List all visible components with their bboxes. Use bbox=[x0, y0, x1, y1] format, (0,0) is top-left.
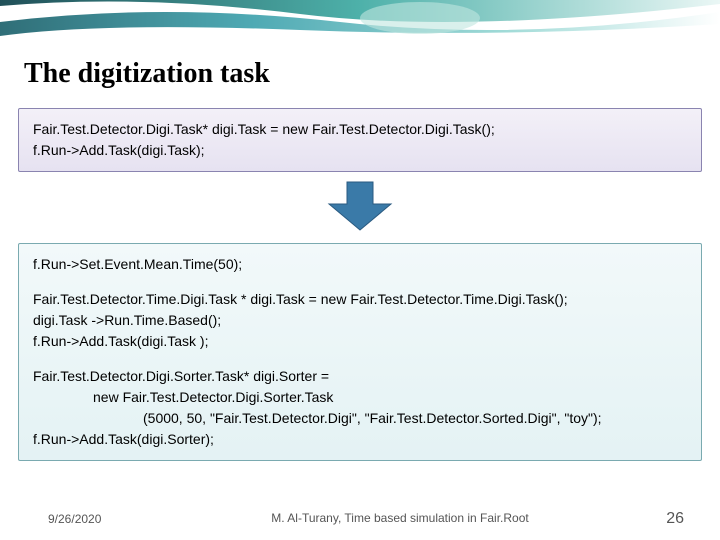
wave-graphic bbox=[0, 0, 720, 48]
footer-page-number: 26 bbox=[640, 510, 720, 528]
code-line: new Fair.Test.Detector.Digi.Sorter.Task bbox=[33, 387, 687, 408]
footer-author-title: M. Al-Turany, Time based simulation in F… bbox=[160, 511, 640, 527]
code-line: f.Run->Add.Task(digi.Task); bbox=[33, 140, 687, 161]
code-block-before: Fair.Test.Detector.Digi.Task* digi.Task … bbox=[18, 108, 702, 172]
page-title: The digitization task bbox=[0, 48, 720, 108]
code-line: Fair.Test.Detector.Time.Digi.Task * digi… bbox=[33, 289, 687, 310]
code-block-after: f.Run->Set.Event.Mean.Time(50); Fair.Tes… bbox=[18, 243, 702, 461]
slide-footer: 9/26/2020 M. Al-Turany, Time based simul… bbox=[0, 510, 720, 528]
code-line: f.Run->Add.Task(digi.Sorter); bbox=[33, 429, 687, 450]
code-line: f.Run->Set.Event.Mean.Time(50); bbox=[33, 254, 687, 275]
code-line: f.Run->Add.Task(digi.Task ); bbox=[33, 331, 687, 352]
code-line: digi.Task ->Run.Time.Based(); bbox=[33, 310, 687, 331]
decorative-banner bbox=[0, 0, 720, 48]
down-arrow-icon bbox=[0, 172, 720, 243]
code-line: Fair.Test.Detector.Digi.Task* digi.Task … bbox=[33, 119, 687, 140]
footer-date: 9/26/2020 bbox=[0, 512, 160, 526]
code-line: Fair.Test.Detector.Digi.Sorter.Task* dig… bbox=[33, 366, 687, 387]
code-line: (5000, 50, "Fair.Test.Detector.Digi", "F… bbox=[33, 408, 687, 429]
